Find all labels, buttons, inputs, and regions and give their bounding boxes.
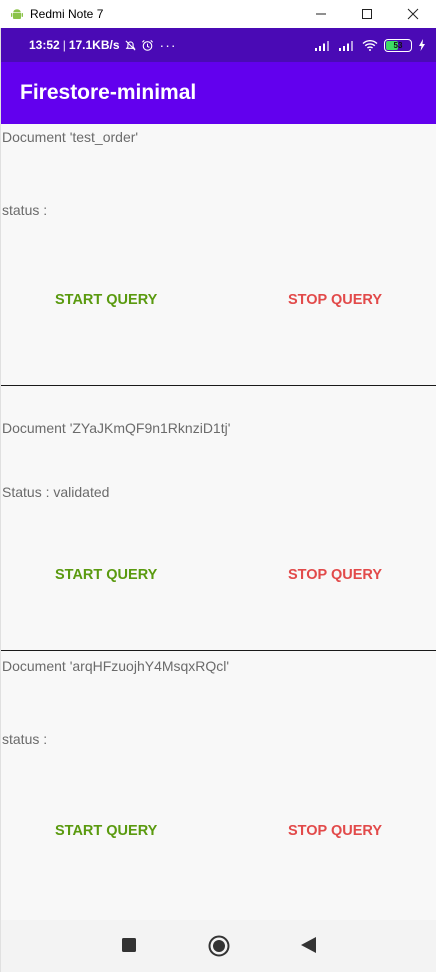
document-section: Document 'arqHFzuojhY4MsqxRQcl' status :… [1,651,436,921]
start-query-button[interactable]: START QUERY [55,567,157,583]
signal-icon-2 [339,41,353,51]
android-icon [11,9,23,19]
more-notifications: ··· [159,37,177,53]
home-button[interactable] [208,935,230,957]
wifi-icon [362,39,378,51]
square-icon [122,938,136,952]
window-title: Redmi Note 7 [30,7,104,21]
minimize-button[interactable] [298,0,344,28]
back-triangle-icon [301,937,316,953]
stop-query-button[interactable]: STOP QUERY [288,292,382,308]
home-circle-icon [208,935,230,957]
close-button[interactable] [390,0,436,28]
app-title: Firestore-minimal [20,81,197,104]
document-section: Document 'test_order' status : START QUE… [1,124,436,387]
alarm-icon [141,39,153,51]
battery-indicator: 53 [384,38,412,52]
status-label: Status : validated [2,484,110,500]
status-separator: | [62,38,66,52]
maximize-icon [362,9,372,19]
navigation-bar [1,920,436,972]
network-speed: 17.1KB/s [68,38,120,52]
charging-icon [419,39,425,51]
status-label: status : [2,731,48,747]
signal-icon [315,41,329,51]
status-label: status : [2,202,48,218]
battery-percent: 53 [393,40,403,50]
silent-bell-icon [124,39,136,51]
back-button[interactable] [301,937,316,953]
start-query-button[interactable]: START QUERY [55,292,157,308]
stop-query-button[interactable]: STOP QUERY [288,823,382,839]
window-titlebar: Redmi Note 7 [0,0,436,28]
document-label: Document 'arqHFzuojhY4MsqxRQcl' [2,658,230,674]
app-bar: Firestore-minimal [1,62,436,124]
document-label: Document 'ZYaJKmQF9n1RknziD1tj' [2,420,231,436]
stop-query-button[interactable]: STOP QUERY [288,567,382,583]
phone-screen: 13:52 | 17.1KB/s ··· 53 Firestore-minima… [0,28,436,972]
close-icon [407,8,419,20]
status-bar: 13:52 | 17.1KB/s ··· 53 [1,28,436,62]
document-label: Document 'test_order' [2,129,139,145]
document-section: Document 'ZYaJKmQF9n1RknziD1tj' Status :… [1,386,436,650]
start-query-button[interactable]: START QUERY [55,823,157,839]
status-time: 13:52 [29,38,60,52]
recents-button[interactable] [122,938,136,952]
minimize-icon [316,13,326,15]
maximize-button[interactable] [344,0,390,28]
